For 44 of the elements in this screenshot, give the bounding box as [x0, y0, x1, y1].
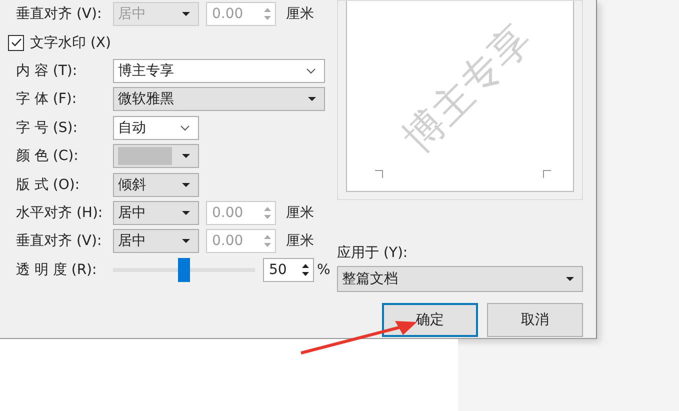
slider-thumb[interactable]: [178, 258, 190, 282]
caret-icon: [182, 12, 190, 16]
dialog-button[interactable]: 取消: [487, 303, 583, 337]
field-label: 内 容 (T):: [16, 62, 78, 80]
margin-mark-icon: [375, 170, 383, 178]
check-icon: [10, 38, 22, 48]
caret-icon: [182, 210, 190, 215]
field-label: 垂直对齐 (V):: [16, 232, 103, 250]
field-label: 应用于 (Y):: [337, 244, 409, 262]
field-label: 透 明 度 (R):: [16, 260, 98, 279]
dropdown[interactable]: 居中: [113, 200, 199, 225]
field-label: 版 式 (O):: [16, 176, 81, 194]
margin-mark-icon: [543, 170, 551, 178]
dropdown[interactable]: 居中: [113, 229, 199, 254]
number-spinner[interactable]: 50: [263, 258, 314, 282]
unit-label: 厘米: [286, 5, 314, 24]
spin-arrows-icon: [301, 262, 310, 278]
caret-icon: [182, 154, 190, 158]
spin-arrows-icon: [263, 233, 272, 250]
unit-label: %: [317, 262, 330, 278]
field-label: 字 体 (F):: [16, 90, 78, 108]
checkbox-label: 文字水印 (X): [30, 34, 111, 52]
unit-label: 厘米: [286, 204, 314, 222]
field-label: 字 号 (S):: [16, 118, 78, 137]
caret-icon: [182, 239, 190, 244]
spin-arrows-icon: [263, 6, 272, 22]
field-label: 垂直对齐 (V):: [16, 5, 103, 24]
dropdown[interactable]: 微软雅黑: [113, 87, 325, 112]
caret-icon: [182, 182, 190, 187]
spin-arrows-icon: [263, 204, 272, 221]
dialog-button[interactable]: 确定: [382, 303, 478, 337]
caret-icon: [308, 97, 316, 102]
caret-icon: [566, 277, 574, 281]
combo-box[interactable]: 博主专享: [113, 58, 325, 83]
dropdown[interactable]: 整篇文档: [337, 266, 583, 292]
chevron-icon: [180, 124, 190, 131]
dropdown[interactable]: 倾斜: [113, 172, 199, 197]
unit-label: 厘米: [286, 232, 314, 250]
combo-box[interactable]: 自动: [113, 116, 199, 140]
field-label: 颜 色 (C):: [16, 147, 80, 166]
field-label: 水平对齐 (H):: [16, 204, 104, 222]
checkbox[interactable]: [8, 34, 24, 51]
color-dropdown[interactable]: [113, 144, 199, 168]
chevron-icon: [306, 68, 316, 74]
